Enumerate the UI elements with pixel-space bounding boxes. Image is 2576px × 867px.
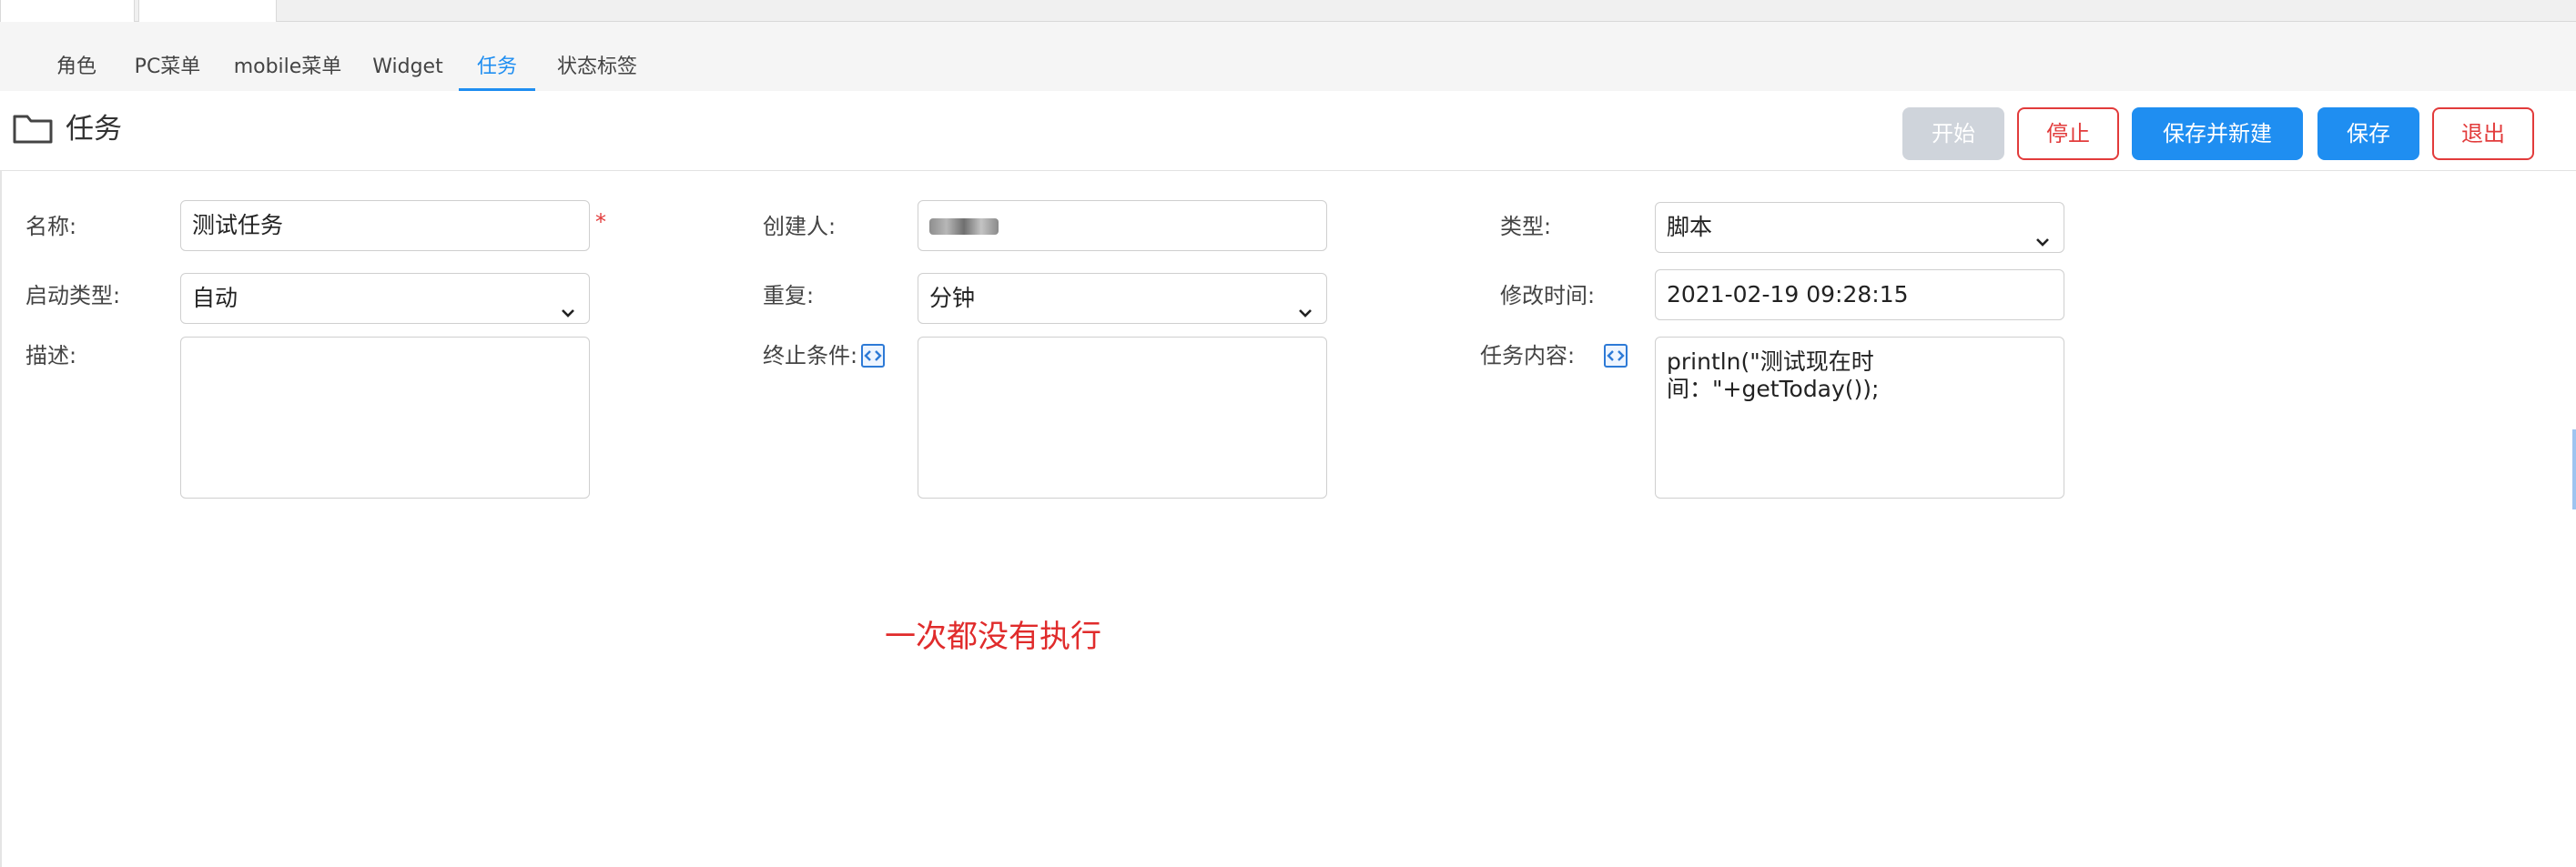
description-label: 描述: (25, 343, 77, 368)
exit-button[interactable]: 退出 (2432, 107, 2534, 160)
save-button[interactable]: 保存 (2317, 107, 2419, 160)
tab-tasks[interactable]: 任务 (459, 44, 535, 91)
code-editor-icon[interactable] (1604, 344, 1628, 368)
redacted-creator-name (929, 218, 999, 235)
code-editor-icon[interactable] (861, 344, 885, 368)
end-condition-label: 终止条件: (763, 343, 858, 368)
tab-pc-menu[interactable]: PC菜单 (133, 44, 202, 91)
repeat-select[interactable]: 分钟 (918, 273, 1327, 324)
start-type-select[interactable]: 自动 (180, 273, 590, 324)
sub-tab-bar: 角色 PC菜单 mobile菜单 Widget 任务 状态标签 (0, 22, 2576, 91)
modified-time-label: 修改时间: (1500, 283, 1596, 308)
execution-status: 一次都没有执行 (885, 619, 1101, 655)
description-textarea[interactable] (180, 337, 590, 499)
required-mark: * (595, 209, 606, 235)
window-tab[interactable] (0, 0, 135, 22)
type-select-value: 脚本 (1667, 214, 1713, 240)
page-header: 任务 开始 停止 保存并新建 保存 退出 (0, 91, 2576, 171)
repeat-select-value: 分钟 (929, 285, 976, 311)
name-input[interactable]: 测试任务 (180, 200, 590, 251)
window-tab-strip (0, 0, 2576, 22)
type-select[interactable]: 脚本 (1655, 202, 2064, 253)
task-content-textarea[interactable]: println("测试现在时间："+getToday()); (1655, 337, 2064, 499)
task-content-label: 任务内容: (1480, 343, 1576, 368)
name-label: 名称: (25, 214, 77, 239)
creator-label: 创建人: (763, 214, 837, 239)
folder-icon (13, 113, 53, 144)
save-and-new-button[interactable]: 保存并新建 (2132, 107, 2303, 160)
tab-widget[interactable]: Widget (371, 44, 444, 91)
window-tab-active[interactable] (138, 0, 277, 22)
tab-roles[interactable]: 角色 (49, 44, 104, 91)
chevron-down-icon (560, 289, 576, 318)
chevron-down-icon (1297, 289, 1313, 318)
start-type-select-value: 自动 (192, 285, 238, 311)
tab-mobile-menu[interactable]: mobile菜单 (233, 44, 342, 91)
modified-time-input[interactable]: 2021-02-19 09:28:15 (1655, 269, 2064, 320)
scrollbar[interactable] (2572, 429, 2576, 509)
panel-border (0, 171, 2, 867)
chevron-down-icon (2034, 218, 2051, 247)
type-label: 类型: (1500, 214, 1552, 239)
repeat-label: 重复: (763, 283, 815, 308)
stop-button[interactable]: 停止 (2017, 107, 2119, 160)
creator-input[interactable] (918, 200, 1327, 251)
start-button[interactable]: 开始 (1902, 107, 2004, 160)
start-type-label: 启动类型: (25, 283, 121, 308)
page-title: 任务 (66, 113, 122, 146)
tab-status-tags[interactable]: 状态标签 (552, 44, 643, 91)
end-condition-textarea[interactable] (918, 337, 1327, 499)
